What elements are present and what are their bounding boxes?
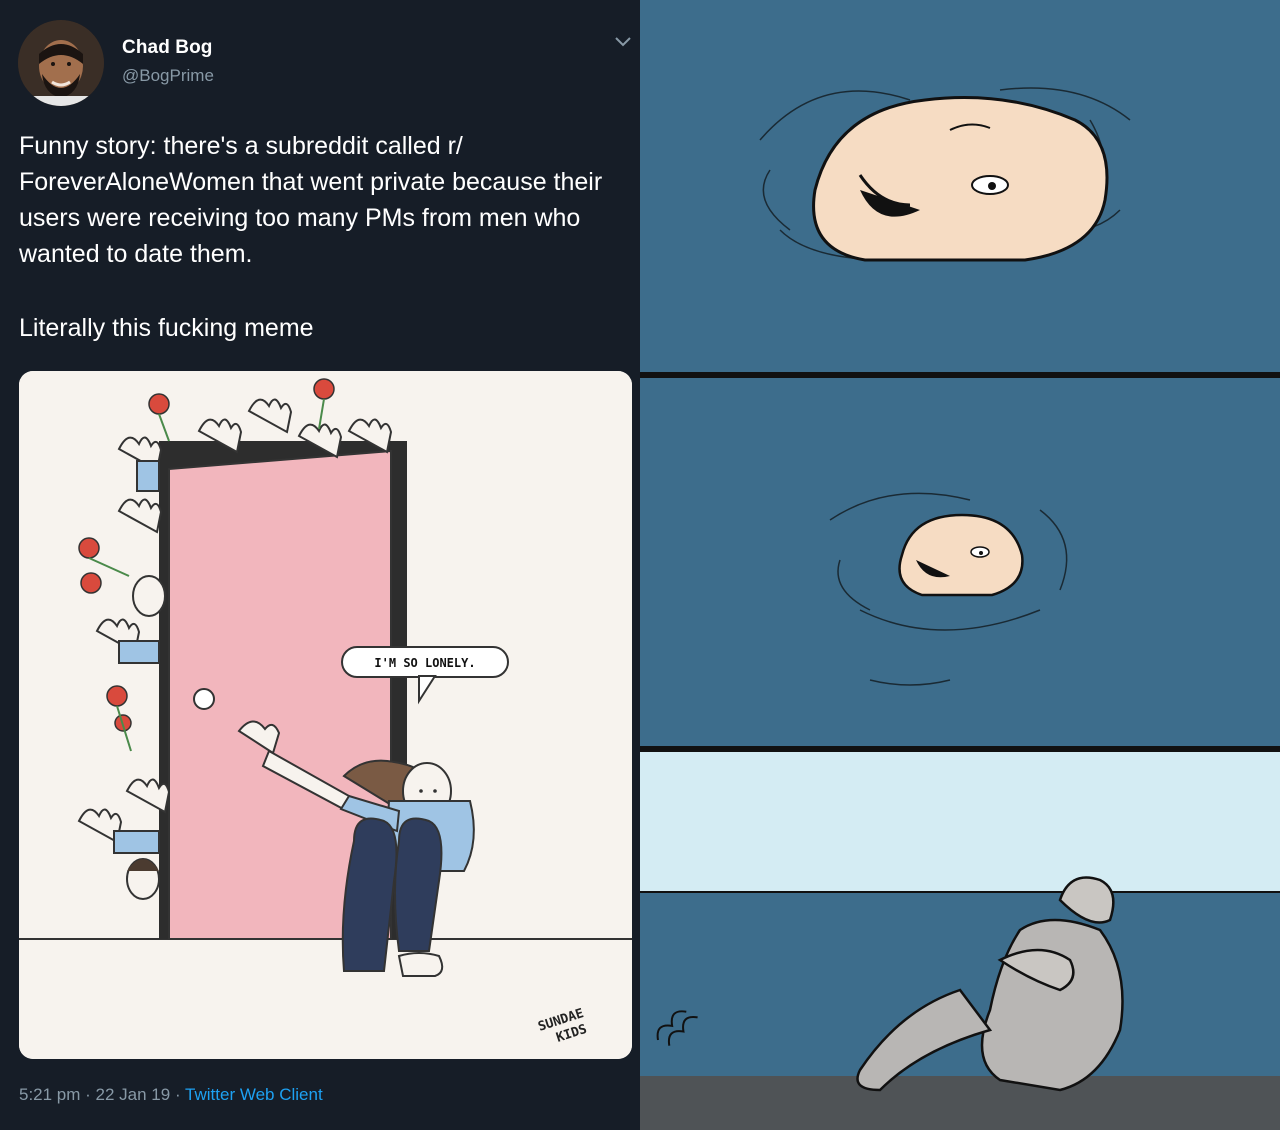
tweet-text: Funny story: there's a subreddit called … xyxy=(19,128,631,346)
comic-panel-2 xyxy=(640,378,1280,746)
avatar[interactable] xyxy=(18,20,104,106)
tweet-card: Chad Bog @BogPrime Funny story: there's … xyxy=(0,0,640,1130)
tweet-meta: 5:21 pm · 22 Jan 19 · Twitter Web Client xyxy=(19,1085,323,1105)
author-display-name[interactable]: Chad Bog xyxy=(122,37,213,59)
tweet-time[interactable]: 5:21 pm xyxy=(19,1085,80,1104)
tweet-paragraph: Funny story: there's a subreddit called … xyxy=(19,132,603,268)
tweet-media-image[interactable]: I'M SO LONELY. SUNDAE KIDS xyxy=(19,371,632,1059)
comic-strip-image xyxy=(640,0,1280,1130)
comic-panel-1 xyxy=(640,0,1280,372)
tweet-client-link[interactable]: Twitter Web Client xyxy=(185,1085,323,1104)
tweet-date[interactable]: 22 Jan 19 xyxy=(96,1085,171,1104)
tweet-paragraph: Literally this fucking meme xyxy=(19,314,314,342)
separator: · xyxy=(80,1085,96,1104)
separator: · xyxy=(170,1085,186,1104)
author-handle[interactable]: @BogPrime xyxy=(122,66,214,86)
chevron-down-icon[interactable] xyxy=(612,32,634,52)
comic-panel-3 xyxy=(640,752,1280,1130)
speech-bubble-text: I'M SO LONELY. xyxy=(374,656,475,670)
